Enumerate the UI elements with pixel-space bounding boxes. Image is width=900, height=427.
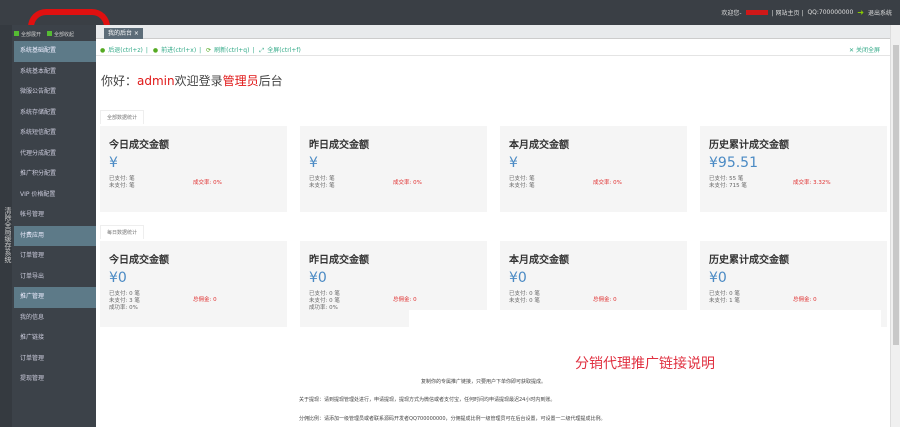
logout-icon[interactable]: ➜ <box>857 8 864 17</box>
sidebar-item[interactable]: VIP 价格配置 <box>14 185 96 206</box>
refresh-icon: ⟳ <box>206 47 212 54</box>
card-amount: ¥0 <box>509 270 527 286</box>
welcome-message: 你好：admin欢迎登录管理员后台 <box>101 72 283 89</box>
popup-line-2: 关于提现：请到提现管理处进行，申请提现，提现方式为微信或者支付宝，任何时间均申请… <box>299 397 556 403</box>
success-rate: 成功率: 0% <box>109 305 138 311</box>
stat-card: 本月成交金额 ¥ 已支付: 笔未支付: 笔成交率: 0% <box>500 126 687 212</box>
sidebar-item[interactable]: 系统短信配置 <box>14 123 96 144</box>
welcome-role: 管理员 <box>222 74 259 88</box>
card-amount: ¥0 <box>309 270 327 286</box>
conversion-rate: 成交率: 0% <box>393 180 422 186</box>
forward-button[interactable]: 前进(ctrl+x) <box>161 47 196 54</box>
stat-card: 今日成交金额 ¥0 已支付: 0 笔未支付: 3 笔成功率: 0% 总佣金: 0 <box>100 241 287 327</box>
card-title: 历史累计成交金额 <box>709 255 789 266</box>
card-title: 今日成交金额 <box>109 140 169 151</box>
card-title: 本月成交金额 <box>509 255 569 266</box>
card-title: 今日成交金额 <box>109 255 169 266</box>
total-commission: 总佣金: 0 <box>193 297 217 303</box>
sidebar-item[interactable]: 系统基本配置 <box>14 62 96 83</box>
stat-card: 昨日成交金额 ¥ 已支付: 笔未支付: 笔成交率: 0% <box>300 126 487 212</box>
collapse-all-label: 全部收起 <box>54 32 75 38</box>
total-commission: 总佣金: 0 <box>593 297 617 303</box>
conversion-rate: 成交率: 3.32% <box>793 180 831 186</box>
card-amount: ¥ <box>309 155 318 171</box>
toolbar: ● 后退(ctrl+z) | ● 前进(ctrl+x) | ⟳ 刷新(ctrl+q) | ⤢… <box>96 40 890 56</box>
sidebar-item[interactable]: 推广链接 <box>14 328 96 349</box>
sidebar-item[interactable]: 付费应用 <box>14 225 96 246</box>
fullscreen-icon: ⤢ <box>259 47 265 54</box>
popup-line-1: 复制你的专属推广链接，只要用户下单你即可获取提成。 <box>421 379 547 385</box>
conversion-rate: 成交率: 0% <box>193 180 222 186</box>
refresh-button[interactable]: 刷新(ctrl+q) <box>214 47 249 54</box>
forward-icon: ● <box>152 47 159 54</box>
sidebar-item[interactable]: 系统基础配置 <box>14 41 96 62</box>
close-fullscreen-label: 关闭全屏 <box>855 47 880 54</box>
back-button[interactable]: 后退(ctrl+z) <box>108 47 143 54</box>
sidebar: 清除全局缓存系统 全部展开 全部收起 系统基础配置 系统基本配置 微服公告配置 系统存… <box>0 25 96 427</box>
welcome-suffix: 后台 <box>258 74 283 88</box>
card-amount: ¥0 <box>709 270 727 286</box>
fullscreen-button[interactable]: 全屏(ctrl+f) <box>267 47 301 54</box>
sidebar-item[interactable]: 推广管理 <box>14 287 96 308</box>
greeting: 欢迎您- <box>721 10 742 17</box>
daily-stats-tab[interactable]: 每日数据统计 <box>100 225 145 239</box>
card-amount: ¥ <box>509 155 518 171</box>
sidebar-item[interactable]: 订单管理 <box>14 246 96 267</box>
sidebar-item[interactable]: 系统存储配置 <box>14 103 96 124</box>
qq-contact: QQ:700000000 <box>807 9 854 16</box>
welcome-prefix: 你好： <box>101 74 138 88</box>
sidebar-item[interactable]: 推广积分配置 <box>14 164 96 185</box>
welcome-user: admin <box>137 74 175 88</box>
username[interactable]: admin <box>745 10 768 17</box>
total-commission: 总佣金: 0 <box>393 297 417 303</box>
stat-card: 历史累计成交金额 ¥95.51 已支付: 55 笔未支付: 715 笔成交率: 3.… <box>700 126 887 212</box>
sidebar-item[interactable]: 我的信息 <box>14 308 96 329</box>
card-amount: ¥0 <box>109 270 127 286</box>
top-bar: 欢迎您- admin | 网站主页 | QQ:700000000 ➜ 退出系统 <box>0 0 900 27</box>
clear-cache-button[interactable]: 清除全局缓存系统 <box>0 25 12 427</box>
sidebar-item[interactable]: 代理分成配置 <box>14 144 96 165</box>
scrollbar[interactable] <box>890 25 900 427</box>
card-title: 历史累计成交金额 <box>709 140 789 151</box>
tab-my-backend[interactable]: 我的后台 × <box>104 28 143 39</box>
close-fullscreen-button[interactable]: ✕ 关闭全屏 <box>849 45 883 54</box>
overall-stats-tab[interactable]: 全部数据统计 <box>100 110 145 124</box>
total-commission: 总佣金: 0 <box>793 297 817 303</box>
collapse-all-button[interactable]: 全部收起 <box>47 31 74 38</box>
collapse-icon <box>47 31 53 36</box>
header-links: 欢迎您- admin | 网站主页 | QQ:700000000 ➜ 退出系统 <box>721 8 892 17</box>
card-title: 本月成交金额 <box>509 140 569 151</box>
conversion-rate: 成交率: 0% <box>593 180 622 186</box>
expand-icon <box>14 31 19 36</box>
card-title: 昨日成交金额 <box>309 255 369 266</box>
popup-line-3: 分佣比例：请添加一级管理员或者联系源码开发者QQ700000000，分佣提成比例… <box>299 416 606 422</box>
back-icon: ● <box>100 47 106 54</box>
sidebar-item[interactable]: 帐号管理 <box>14 205 96 226</box>
home-link[interactable]: | 网站主页 | <box>772 8 804 17</box>
sidebar-item[interactable]: 微服公告配置 <box>14 82 96 103</box>
scrollbar-thumb[interactable] <box>893 45 899 345</box>
welcome-middle: 欢迎登录 <box>174 74 223 88</box>
popup-title: 分销代理推广链接说明 <box>575 356 715 372</box>
card-amount: ¥95.51 <box>709 155 758 171</box>
expand-all-label: 全部展开 <box>21 32 42 38</box>
card-amount: ¥ <box>109 155 118 171</box>
sidebar-item[interactable]: 提现管理 <box>14 369 96 390</box>
logout-link[interactable]: 退出系统 <box>868 8 892 17</box>
sidebar-item[interactable]: 订单导出 <box>14 267 96 288</box>
stat-card: 今日成交金额 ¥ 已支付: 笔未支付: 笔成交率: 0% <box>100 126 287 212</box>
card-title: 昨日成交金额 <box>309 140 369 151</box>
overall-stats-section: 全部数据统计 今日成交金额 ¥ 已支付: 笔未支付: 笔成交率: 0% 昨日成交金额 ¥… <box>100 110 890 212</box>
promo-link-popup: 分销代理推广链接说明 复制你的专属推广链接，只要用户下单你即可获取提成。 关于提… <box>299 310 881 427</box>
expand-all-button[interactable]: 全部展开 <box>14 31 41 38</box>
tab-bar: 我的后台 × <box>96 25 890 39</box>
sidebar-item[interactable]: 订单管理 <box>14 349 96 370</box>
